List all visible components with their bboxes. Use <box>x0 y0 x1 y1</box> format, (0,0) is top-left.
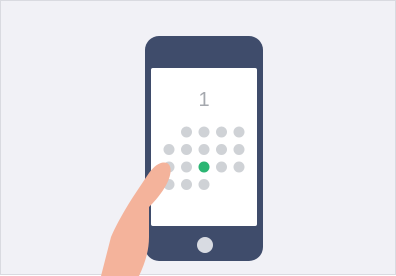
illustration-frame: 1 <box>0 0 396 276</box>
hand-palm <box>101 162 171 276</box>
hand-illustration <box>101 162 171 276</box>
